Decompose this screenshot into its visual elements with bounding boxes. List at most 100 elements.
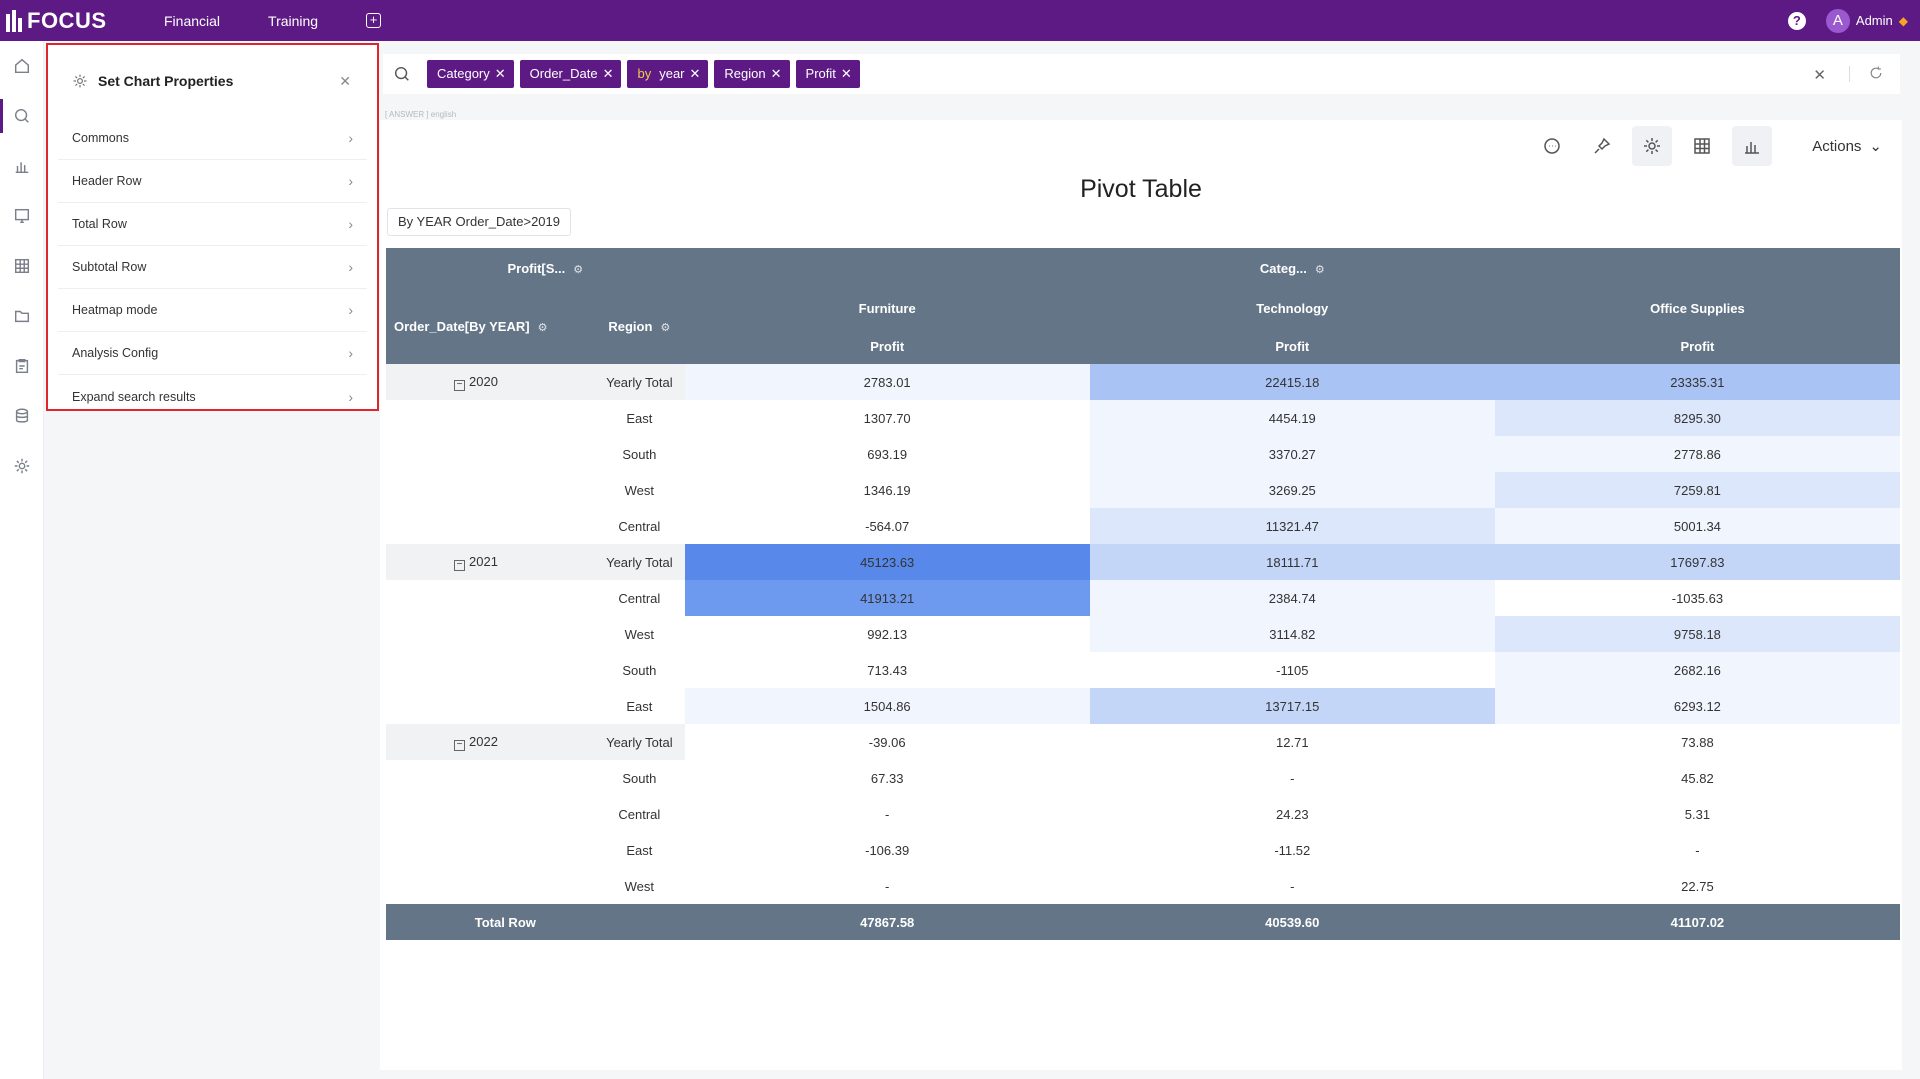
value-cell[interactable]: -564.07 bbox=[684, 508, 1090, 544]
value-cell[interactable]: - bbox=[684, 868, 1090, 904]
search-tag-order-date[interactable]: Order_Date ✕ bbox=[519, 60, 622, 88]
collapse-icon[interactable]: − bbox=[454, 559, 465, 571]
value-cell[interactable]: 24.23 bbox=[1089, 796, 1495, 832]
value-cell[interactable]: 7259.81 bbox=[1494, 472, 1900, 508]
value-cell[interactable]: 18111.71 bbox=[1089, 544, 1495, 580]
value-cell[interactable]: 2384.74 bbox=[1089, 580, 1495, 616]
refresh-icon[interactable] bbox=[1868, 65, 1884, 81]
value-cell[interactable]: 693.19 bbox=[684, 436, 1090, 472]
value-cell[interactable]: 2682.16 bbox=[1494, 652, 1900, 688]
value-cell[interactable]: 67.33 bbox=[684, 760, 1090, 796]
value-cell[interactable]: 12.71 bbox=[1089, 724, 1495, 760]
gear-icon[interactable]: ⚙ bbox=[538, 321, 548, 334]
value-cell[interactable]: -1035.63 bbox=[1494, 580, 1900, 616]
nav-training[interactable]: Training bbox=[268, 13, 318, 29]
category-header[interactable]: Furniture bbox=[684, 288, 1090, 328]
search-tag-region[interactable]: Region ✕ bbox=[714, 60, 790, 88]
prop-expand-search-results[interactable]: Expand search results › bbox=[58, 375, 367, 418]
value-cell[interactable]: 8295.30 bbox=[1494, 400, 1900, 436]
value-cell[interactable]: 4454.19 bbox=[1089, 400, 1495, 436]
actions-dropdown[interactable]: Actions ⌄ bbox=[1812, 137, 1882, 156]
prop-total-row[interactable]: Total Row › bbox=[58, 203, 367, 246]
value-cell[interactable]: 3370.27 bbox=[1089, 436, 1495, 472]
value-cell[interactable]: 5001.34 bbox=[1494, 508, 1900, 544]
prop-subtotal-row[interactable]: Subtotal Row › bbox=[58, 246, 367, 289]
value-cell[interactable]: 713.43 bbox=[684, 652, 1090, 688]
value-cell[interactable]: 2783.01 bbox=[684, 364, 1090, 400]
filter-chip[interactable]: By YEAR Order_Date>2019 bbox=[387, 208, 571, 236]
value-cell[interactable]: - bbox=[1494, 832, 1900, 868]
chart-icon[interactable] bbox=[0, 141, 44, 191]
database-icon[interactable] bbox=[0, 391, 44, 441]
gear-icon[interactable]: ⚙ bbox=[1315, 263, 1325, 276]
avatar[interactable]: A bbox=[1825, 8, 1850, 33]
column-dimension-header[interactable]: Categ... ⚙ bbox=[684, 248, 1900, 288]
value-cell[interactable]: -1105 bbox=[1089, 652, 1495, 688]
value-cell[interactable]: 3114.82 bbox=[1089, 616, 1495, 652]
value-cell[interactable]: 9758.18 bbox=[1494, 616, 1900, 652]
prop-analysis-config[interactable]: Analysis Config › bbox=[58, 332, 367, 375]
value-cell[interactable]: 2778.86 bbox=[1494, 436, 1900, 472]
comment-button[interactable] bbox=[1532, 126, 1572, 166]
value-cell[interactable]: 73.88 bbox=[1494, 724, 1900, 760]
tag-close-icon[interactable]: ✕ bbox=[690, 60, 701, 88]
value-cell[interactable]: -39.06 bbox=[684, 724, 1090, 760]
clipboard-icon[interactable] bbox=[0, 341, 44, 391]
value-cell[interactable]: 1346.19 bbox=[684, 472, 1090, 508]
value-cell[interactable]: 45123.63 bbox=[684, 544, 1090, 580]
value-cell[interactable]: 5.31 bbox=[1494, 796, 1900, 832]
value-cell[interactable]: 992.13 bbox=[684, 616, 1090, 652]
prop-heatmap-mode[interactable]: Heatmap mode › bbox=[58, 289, 367, 332]
measure-header[interactable]: Profit[S... ⚙ bbox=[386, 248, 685, 288]
value-cell[interactable]: 22415.18 bbox=[1089, 364, 1495, 400]
pin-button[interactable] bbox=[1582, 126, 1622, 166]
value-cell[interactable]: 45.82 bbox=[1494, 760, 1900, 796]
value-cell[interactable]: -11.52 bbox=[1089, 832, 1495, 868]
row-header-order-date[interactable]: Order_Date[By YEAR] ⚙ bbox=[386, 288, 595, 364]
value-cell[interactable]: 11321.47 bbox=[1089, 508, 1495, 544]
clear-search-icon[interactable]: ✕ bbox=[1813, 66, 1826, 84]
search-nav-icon[interactable] bbox=[0, 91, 44, 141]
value-cell[interactable]: 41913.21 bbox=[684, 580, 1090, 616]
value-cell[interactable]: - bbox=[1089, 868, 1495, 904]
tag-close-icon[interactable]: ✕ bbox=[603, 60, 614, 88]
gear-icon[interactable]: ⚙ bbox=[660, 321, 670, 334]
tag-close-icon[interactable]: ✕ bbox=[771, 60, 782, 88]
user-name[interactable]: Admin bbox=[1856, 13, 1893, 28]
value-cell[interactable]: 3269.25 bbox=[1089, 472, 1495, 508]
category-header[interactable]: Technology bbox=[1089, 288, 1495, 328]
home-icon[interactable] bbox=[0, 41, 44, 91]
settings-icon[interactable] bbox=[0, 441, 44, 491]
tag-close-icon[interactable]: ✕ bbox=[841, 60, 852, 88]
chart-type-button[interactable] bbox=[1732, 126, 1773, 166]
search-tag-profit[interactable]: Profit ✕ bbox=[795, 60, 860, 88]
value-cell[interactable]: 1307.70 bbox=[684, 400, 1090, 436]
value-cell[interactable]: 1504.86 bbox=[684, 688, 1090, 724]
search-icon[interactable] bbox=[393, 65, 411, 83]
close-icon[interactable]: ✕ bbox=[339, 73, 351, 90]
logo[interactable]: FOCUS bbox=[6, 8, 156, 34]
gear-icon[interactable]: ⚙ bbox=[573, 263, 583, 276]
category-header[interactable]: Office Supplies bbox=[1494, 288, 1900, 328]
search-bar[interactable]: Category ✕ Order_Date ✕ by year ✕ Region ✕ Pr… bbox=[383, 54, 1900, 94]
value-cell[interactable]: - bbox=[684, 796, 1090, 832]
value-cell[interactable]: 17697.83 bbox=[1494, 544, 1900, 580]
row-header-region[interactable]: Region ⚙ bbox=[594, 288, 685, 364]
folder-icon[interactable] bbox=[0, 291, 44, 341]
help-icon[interactable]: ? bbox=[1787, 11, 1806, 30]
table-view-button[interactable] bbox=[1682, 126, 1722, 166]
tag-close-icon[interactable]: ✕ bbox=[495, 60, 506, 88]
value-cell[interactable]: 22.75 bbox=[1494, 868, 1900, 904]
add-tab-icon[interactable]: + bbox=[366, 13, 382, 28]
nav-financial[interactable]: Financial bbox=[164, 13, 220, 29]
value-cell[interactable]: -106.39 bbox=[684, 832, 1090, 868]
prop-commons[interactable]: Commons › bbox=[58, 117, 367, 160]
collapse-icon[interactable]: − bbox=[454, 379, 465, 391]
collapse-icon[interactable]: − bbox=[454, 739, 465, 751]
value-cell[interactable]: - bbox=[1089, 760, 1495, 796]
search-tag-year[interactable]: by year ✕ bbox=[627, 60, 709, 88]
value-cell[interactable]: 23335.31 bbox=[1494, 364, 1900, 400]
prop-header-row[interactable]: Header Row › bbox=[58, 160, 367, 203]
chart-settings-button[interactable] bbox=[1632, 126, 1673, 166]
search-tag-category[interactable]: Category ✕ bbox=[427, 60, 514, 88]
